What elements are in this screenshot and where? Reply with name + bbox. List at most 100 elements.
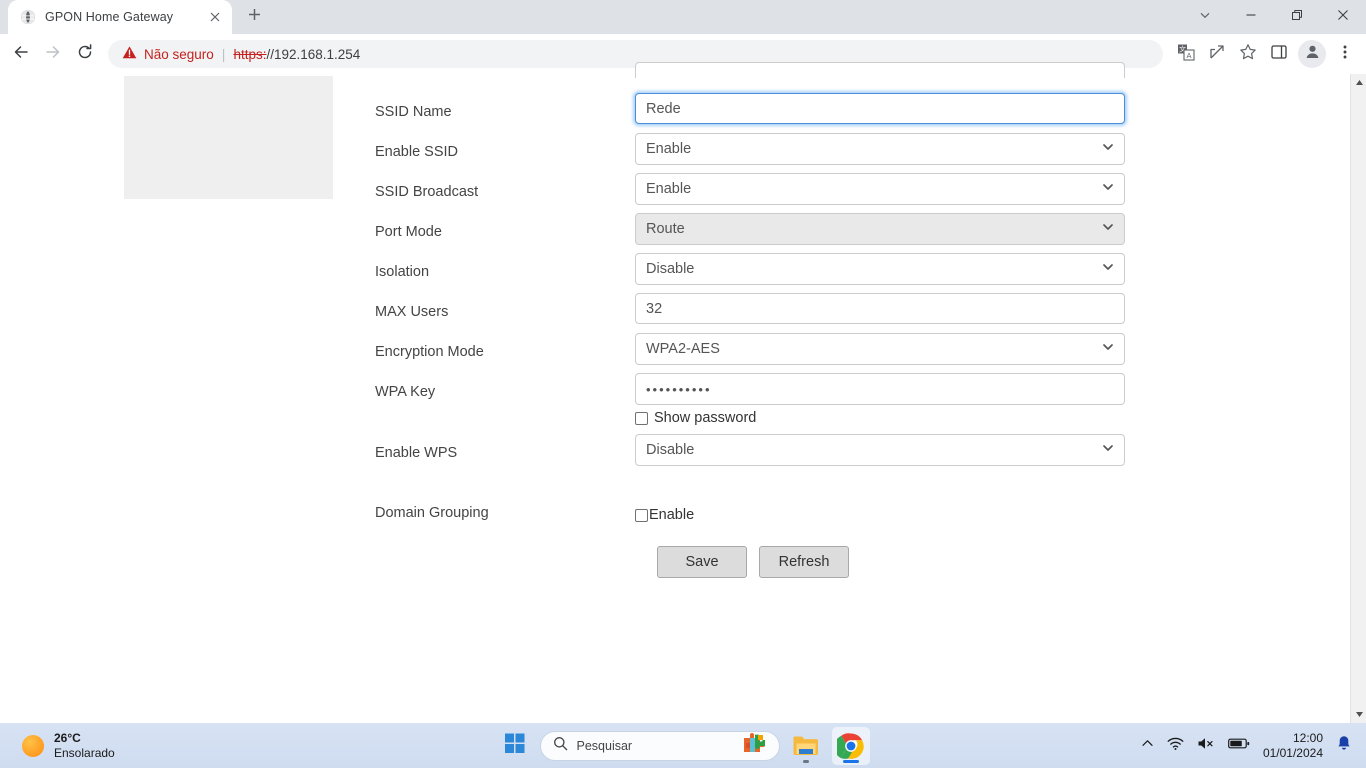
label-enable-ssid: Enable SSID bbox=[375, 144, 459, 160]
side-panel-button[interactable] bbox=[1264, 39, 1294, 69]
port-mode-value: Route bbox=[646, 221, 685, 237]
forward-arrow-icon bbox=[44, 43, 62, 66]
max-users-input[interactable] bbox=[635, 293, 1125, 324]
enable-wps-value: Disable bbox=[646, 442, 695, 458]
file-explorer-icon[interactable] bbox=[787, 727, 825, 765]
bell-icon[interactable] bbox=[1336, 735, 1352, 757]
sidebar-menu-panel bbox=[124, 76, 333, 199]
label-port-mode: Port Mode bbox=[375, 224, 442, 240]
wpa-key-input[interactable]: •••••••••• bbox=[635, 373, 1125, 405]
domain-grouping-row[interactable]: Enable bbox=[635, 507, 694, 523]
chevron-down-icon bbox=[1199, 8, 1211, 26]
enable-wps-select[interactable]: Disable bbox=[635, 434, 1125, 466]
battery-icon[interactable] bbox=[1228, 737, 1250, 755]
profile-button[interactable] bbox=[1298, 40, 1326, 68]
ssid-broadcast-value: Enable bbox=[646, 181, 692, 197]
domain-grouping-checkbox[interactable] bbox=[635, 508, 648, 522]
sun-icon bbox=[22, 734, 44, 757]
ssid-name-input[interactable] bbox=[635, 93, 1125, 124]
label-ssid-broadcast: SSID Broadcast bbox=[375, 184, 479, 200]
search-input[interactable]: Pesquisar bbox=[539, 730, 780, 761]
url-host: //192.168.1.254 bbox=[266, 46, 361, 62]
translate-icon: 文 A bbox=[1177, 43, 1195, 66]
taskbar-clock[interactable]: 12:00 01/01/2024 bbox=[1263, 731, 1323, 761]
label-wpa-key: WPA Key bbox=[375, 384, 436, 400]
svg-text:A: A bbox=[1186, 51, 1191, 60]
share-icon bbox=[1208, 43, 1226, 66]
profile-avatar-icon bbox=[1304, 43, 1321, 65]
bookmark-button[interactable] bbox=[1233, 39, 1263, 69]
form-actions: Save Refresh bbox=[657, 546, 849, 578]
restore-icon bbox=[1291, 8, 1303, 26]
system-tray: 12:00 01/01/2024 bbox=[1141, 723, 1366, 768]
wifi-icon[interactable] bbox=[1167, 736, 1184, 756]
reload-icon bbox=[76, 43, 94, 66]
window-controls bbox=[1182, 0, 1366, 34]
back-arrow-icon bbox=[12, 43, 30, 66]
show-password-row[interactable]: Show password bbox=[635, 410, 756, 426]
widgets-puzzle-icon[interactable] bbox=[743, 733, 769, 758]
speaker-muted-icon[interactable] bbox=[1197, 736, 1215, 756]
tab-search-button[interactable] bbox=[1182, 0, 1228, 34]
chevron-down-icon bbox=[1102, 341, 1114, 357]
wpa-key-masked-value: •••••••••• bbox=[646, 381, 712, 397]
start-button[interactable] bbox=[497, 728, 533, 764]
tab-title: GPON Home Gateway bbox=[45, 10, 174, 24]
side-panel-icon bbox=[1270, 43, 1288, 66]
windows-start-icon bbox=[504, 732, 526, 759]
domain-grouping-label: Enable bbox=[649, 507, 695, 523]
refresh-button[interactable]: Refresh bbox=[759, 546, 849, 578]
forward-button[interactable] bbox=[38, 39, 68, 69]
translate-button[interactable]: 文 A bbox=[1171, 39, 1201, 69]
label-domain-grouping: Domain Grouping bbox=[375, 505, 489, 521]
browser-tab[interactable]: GPON Home Gateway bbox=[8, 0, 232, 34]
show-password-checkbox[interactable] bbox=[635, 411, 648, 425]
new-tab-button[interactable] bbox=[240, 3, 268, 31]
back-button[interactable] bbox=[6, 39, 36, 69]
scroll-up-arrow-icon[interactable] bbox=[1351, 74, 1366, 91]
weather-temperature: 26°C bbox=[54, 730, 81, 745]
enable-ssid-select[interactable]: Enable bbox=[635, 133, 1125, 165]
label-ssid-name: SSID Name bbox=[375, 104, 452, 120]
label-isolation: Isolation bbox=[375, 264, 430, 280]
chevron-up-icon[interactable] bbox=[1141, 737, 1154, 755]
isolation-value: Disable bbox=[646, 261, 695, 277]
three-dots-menu-icon bbox=[1337, 44, 1353, 65]
window-close-button[interactable] bbox=[1320, 0, 1366, 34]
port-mode-select: Route bbox=[635, 213, 1125, 245]
windows-taskbar: 26°C Ensolarado Pesquisar 12:00 01/01/20… bbox=[0, 723, 1366, 768]
ssid-broadcast-select[interactable]: Enable bbox=[635, 173, 1125, 205]
save-button[interactable]: Save bbox=[657, 546, 747, 578]
chevron-down-icon bbox=[1102, 141, 1114, 157]
isolation-select[interactable]: Disable bbox=[635, 253, 1125, 285]
share-button[interactable] bbox=[1202, 39, 1232, 69]
encryption-mode-value: WPA2-AES bbox=[646, 341, 720, 357]
security-status-label: Não seguro bbox=[144, 46, 214, 62]
maximize-button[interactable] bbox=[1274, 0, 1320, 34]
google-chrome-icon[interactable] bbox=[831, 726, 870, 765]
chevron-down-icon bbox=[1102, 221, 1114, 237]
show-password-label: Show password bbox=[654, 410, 757, 426]
active-indicator bbox=[802, 759, 809, 763]
label-enable-wps: Enable WPS bbox=[375, 445, 458, 461]
clipped-field-above bbox=[635, 62, 1125, 78]
scroll-down-arrow-icon[interactable] bbox=[1351, 706, 1366, 723]
minimize-icon bbox=[1245, 8, 1257, 26]
encryption-mode-select[interactable]: WPA2-AES bbox=[635, 333, 1125, 365]
label-encryption-mode: Encryption Mode bbox=[375, 344, 484, 360]
minimize-button[interactable] bbox=[1228, 0, 1274, 34]
globe-icon bbox=[20, 9, 36, 25]
close-icon bbox=[1337, 8, 1349, 26]
label-max-users: MAX Users bbox=[375, 304, 449, 320]
chevron-down-icon bbox=[1102, 442, 1114, 458]
reload-button[interactable] bbox=[70, 39, 100, 69]
weather-widget[interactable]: 26°C Ensolarado bbox=[0, 731, 115, 760]
url-scheme: https: bbox=[233, 46, 267, 62]
menu-button[interactable] bbox=[1330, 39, 1360, 69]
search-icon bbox=[553, 736, 568, 756]
enable-ssid-value: Enable bbox=[646, 141, 692, 157]
plus-icon bbox=[248, 8, 261, 26]
close-icon[interactable] bbox=[206, 8, 224, 26]
page-scrollbar[interactable] bbox=[1350, 74, 1366, 723]
warning-triangle-icon bbox=[122, 45, 137, 63]
